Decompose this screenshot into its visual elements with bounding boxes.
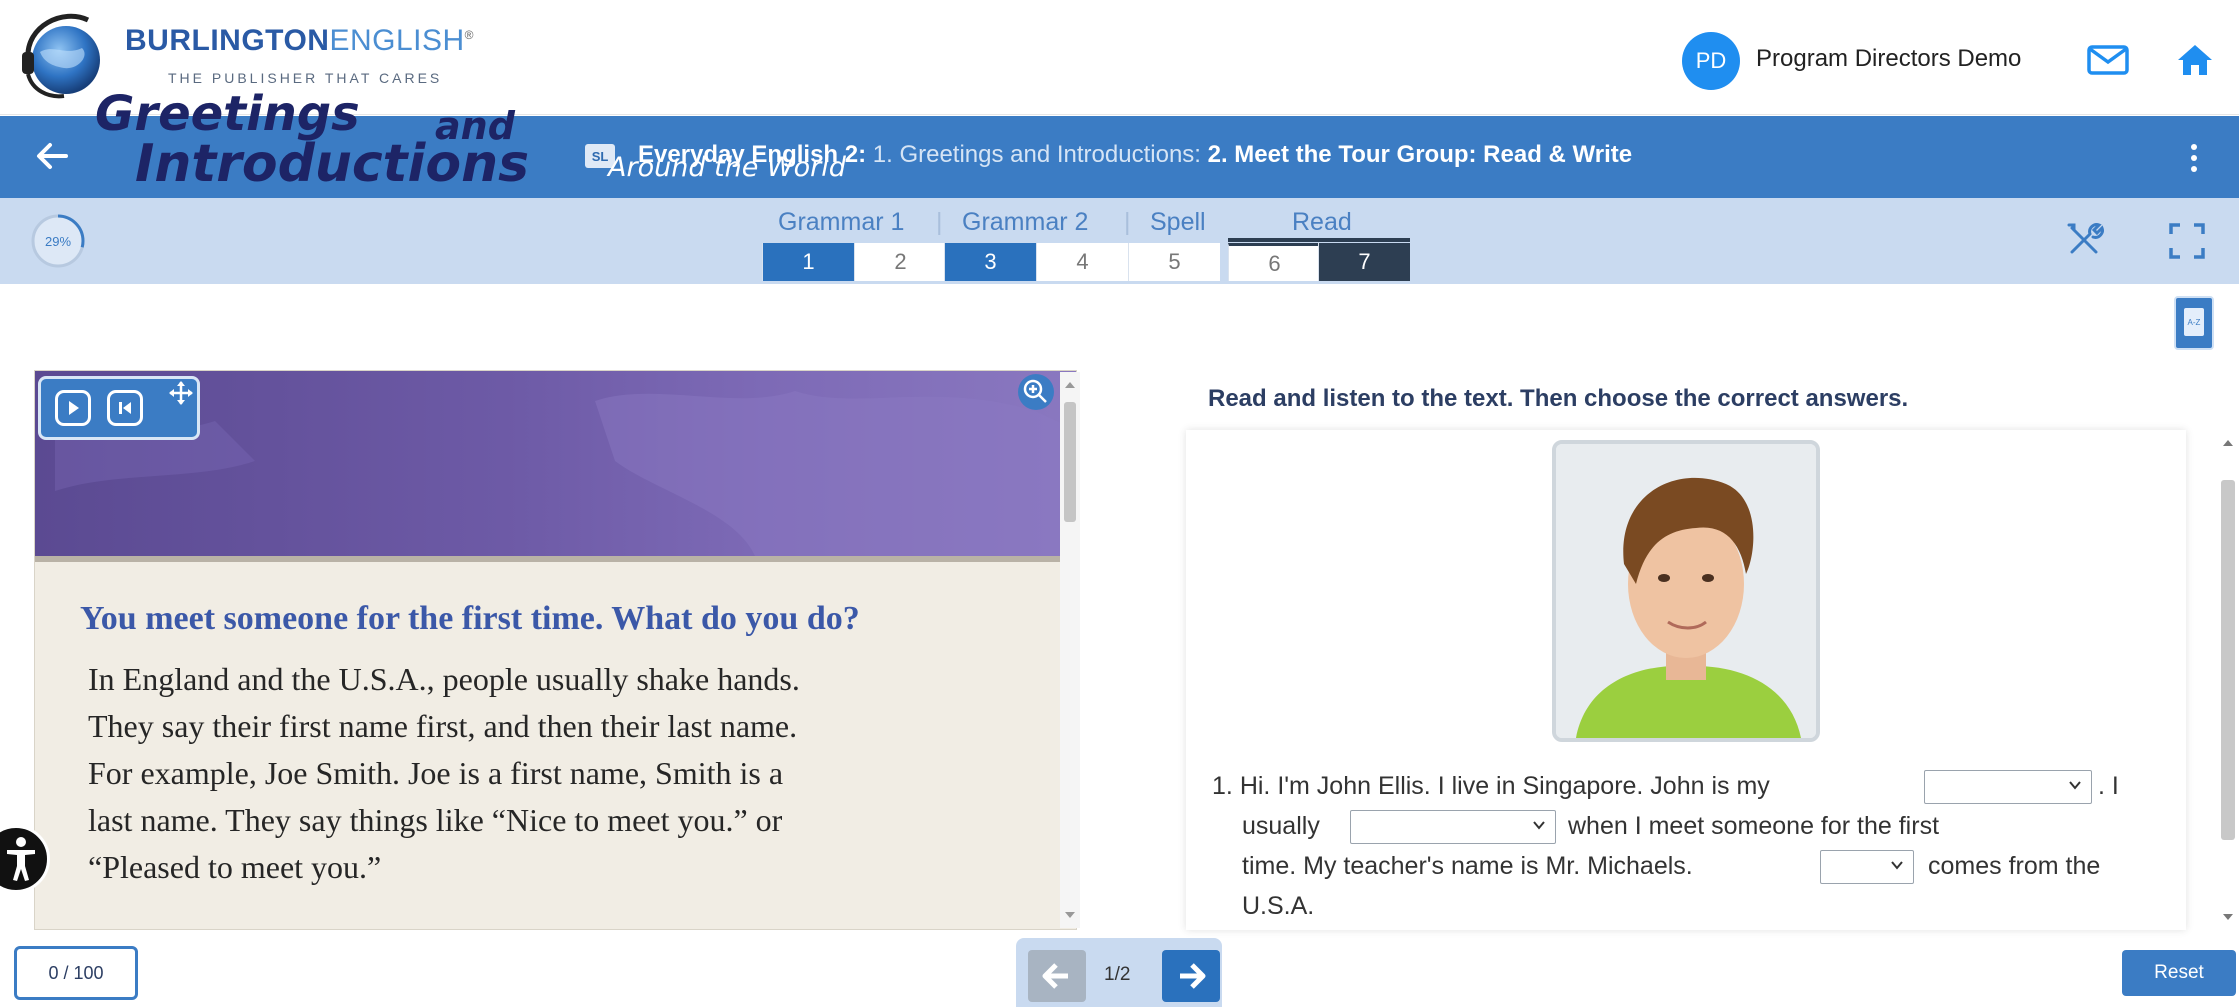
paragraph-line: In England and the U.S.A., people usuall…	[88, 661, 800, 697]
person-photo-image	[1556, 444, 1816, 738]
zoom-in-button[interactable]	[1018, 374, 1054, 410]
user-avatar[interactable]: PD	[1682, 32, 1740, 90]
banner-subtitle: Around the World	[608, 152, 846, 183]
play-icon	[69, 401, 79, 415]
step-group-read[interactable]: Read	[1292, 208, 1352, 237]
step-group-grammar-2[interactable]: Grammar 2	[962, 208, 1088, 237]
progress-percent-label: 29%	[45, 234, 71, 249]
step-1-button[interactable]: 1	[762, 243, 854, 281]
step-4-button[interactable]: 4	[1036, 243, 1128, 281]
answer-dropdown-2[interactable]	[1350, 810, 1556, 844]
more-options-icon[interactable]	[2182, 138, 2206, 178]
john-ellis-photo	[1552, 440, 1820, 742]
page-navigator: 1/2	[1016, 938, 1222, 1007]
chevron-down-icon	[1891, 861, 1903, 870]
chevron-down-icon	[1533, 821, 1545, 830]
score-display: 0 / 100	[14, 946, 138, 1000]
brand-name-bold: BURLINGTON	[125, 24, 330, 57]
exercise-text: . I	[2098, 772, 2119, 800]
fullscreen-icon[interactable]	[2168, 222, 2206, 260]
exercise-text: U.S.A.	[1242, 892, 1315, 920]
glossary-button[interactable]: A-Z	[2174, 296, 2214, 350]
paragraph-line: They say their first name first, and the…	[88, 708, 798, 744]
lesson-name: 2. Meet the Tour Group: Read & Write	[1207, 141, 1633, 168]
step-6-button[interactable]: 6	[1228, 243, 1320, 281]
item-number: 1.	[1212, 772, 1233, 800]
next-page-button[interactable]	[1162, 950, 1220, 1002]
step-3-button[interactable]: 3	[944, 243, 1036, 281]
tools-icon[interactable]	[2064, 220, 2104, 260]
back-arrow-icon[interactable]	[30, 136, 74, 176]
paragraph-line: last name. They say things like “Nice to…	[88, 802, 783, 838]
step-2-button[interactable]: 2	[854, 243, 946, 281]
answer-dropdown-1[interactable]	[1924, 770, 2092, 804]
exercise-text: Hi. I'm John Ellis. I live in Singapore.…	[1239, 772, 1770, 800]
scroll-up-arrow-icon[interactable]	[1065, 382, 1075, 388]
exercise-text: time. My teacher's name is Mr. Michaels.	[1242, 852, 1693, 880]
reading-paragraph: In England and the U.S.A., people usuall…	[88, 656, 1048, 891]
paragraph-line: For example, Joe Smith. Joe is a first n…	[88, 755, 784, 791]
exercise-text: when I meet someone for the first	[1568, 812, 1940, 840]
active-group-underline	[1228, 238, 1410, 242]
restart-audio-button[interactable]	[107, 390, 143, 426]
zoom-icon	[1023, 379, 1047, 403]
step-group-grammar-1[interactable]: Grammar 1	[778, 208, 904, 237]
accessibility-button[interactable]	[0, 825, 50, 893]
exercise-text: comes from the	[1928, 852, 2101, 880]
banner-title-introductions: Introductions	[135, 134, 530, 194]
scroll-down-arrow-icon[interactable]	[1065, 912, 1075, 918]
arrow-right-icon	[1180, 963, 1206, 989]
registered-mark: ®	[464, 28, 475, 42]
home-icon[interactable]	[2175, 42, 2215, 78]
move-handle-icon[interactable]	[168, 380, 194, 406]
arrow-left-icon	[1042, 963, 1068, 989]
scroll-thumb[interactable]	[1064, 402, 1076, 522]
unit-name: 1. Greetings and Introductions:	[866, 141, 1208, 168]
answer-dropdown-3[interactable]	[1820, 850, 1914, 884]
page-counter: 1/2	[1104, 964, 1131, 985]
exercise-instruction: Read and listen to the text. Then choose…	[1208, 385, 1909, 412]
banner-divider	[35, 556, 1076, 562]
scroll-up-arrow-icon[interactable]	[2223, 440, 2233, 446]
user-name[interactable]: Program Directors Demo	[1756, 45, 2021, 73]
step-group-labels: Grammar 1 | Grammar 2 | Spell Read	[778, 208, 1352, 237]
paragraph-line: “Pleased to meet you.”	[88, 849, 382, 885]
lesson-progress-circle: 29%	[31, 214, 85, 268]
scroll-down-arrow-icon[interactable]	[2223, 914, 2233, 920]
play-button[interactable]	[55, 390, 91, 426]
exercise-scrollbar[interactable]	[2218, 430, 2238, 930]
scroll-thumb[interactable]	[2221, 480, 2235, 840]
brand-name-light: ENGLISH	[329, 24, 465, 57]
brand-name: BURLINGTONENGLISH®	[125, 24, 474, 58]
accessibility-icon	[7, 837, 35, 881]
reading-question: You meet someone for the first time. Wha…	[80, 600, 860, 637]
step-7-button[interactable]: 7	[1318, 243, 1410, 281]
exercise-text: usually	[1242, 812, 1320, 840]
step-group-spell[interactable]: Spell	[1150, 208, 1206, 237]
mail-icon[interactable]	[2086, 44, 2130, 76]
brand-tagline: THE PUBLISHER THAT CARES	[168, 70, 443, 86]
previous-page-button[interactable]	[1028, 950, 1086, 1002]
reading-scrollbar[interactable]	[1060, 372, 1080, 928]
glossary-book-icon: A-Z	[2184, 308, 2204, 336]
step-5-button[interactable]: 5	[1128, 243, 1220, 281]
chevron-down-icon	[2069, 781, 2081, 790]
step-navigator: Grammar 1 | Grammar 2 | Spell Read 1 2 3…	[762, 206, 1410, 282]
reset-button[interactable]: Reset	[2122, 950, 2236, 996]
skip-back-icon	[119, 402, 131, 414]
